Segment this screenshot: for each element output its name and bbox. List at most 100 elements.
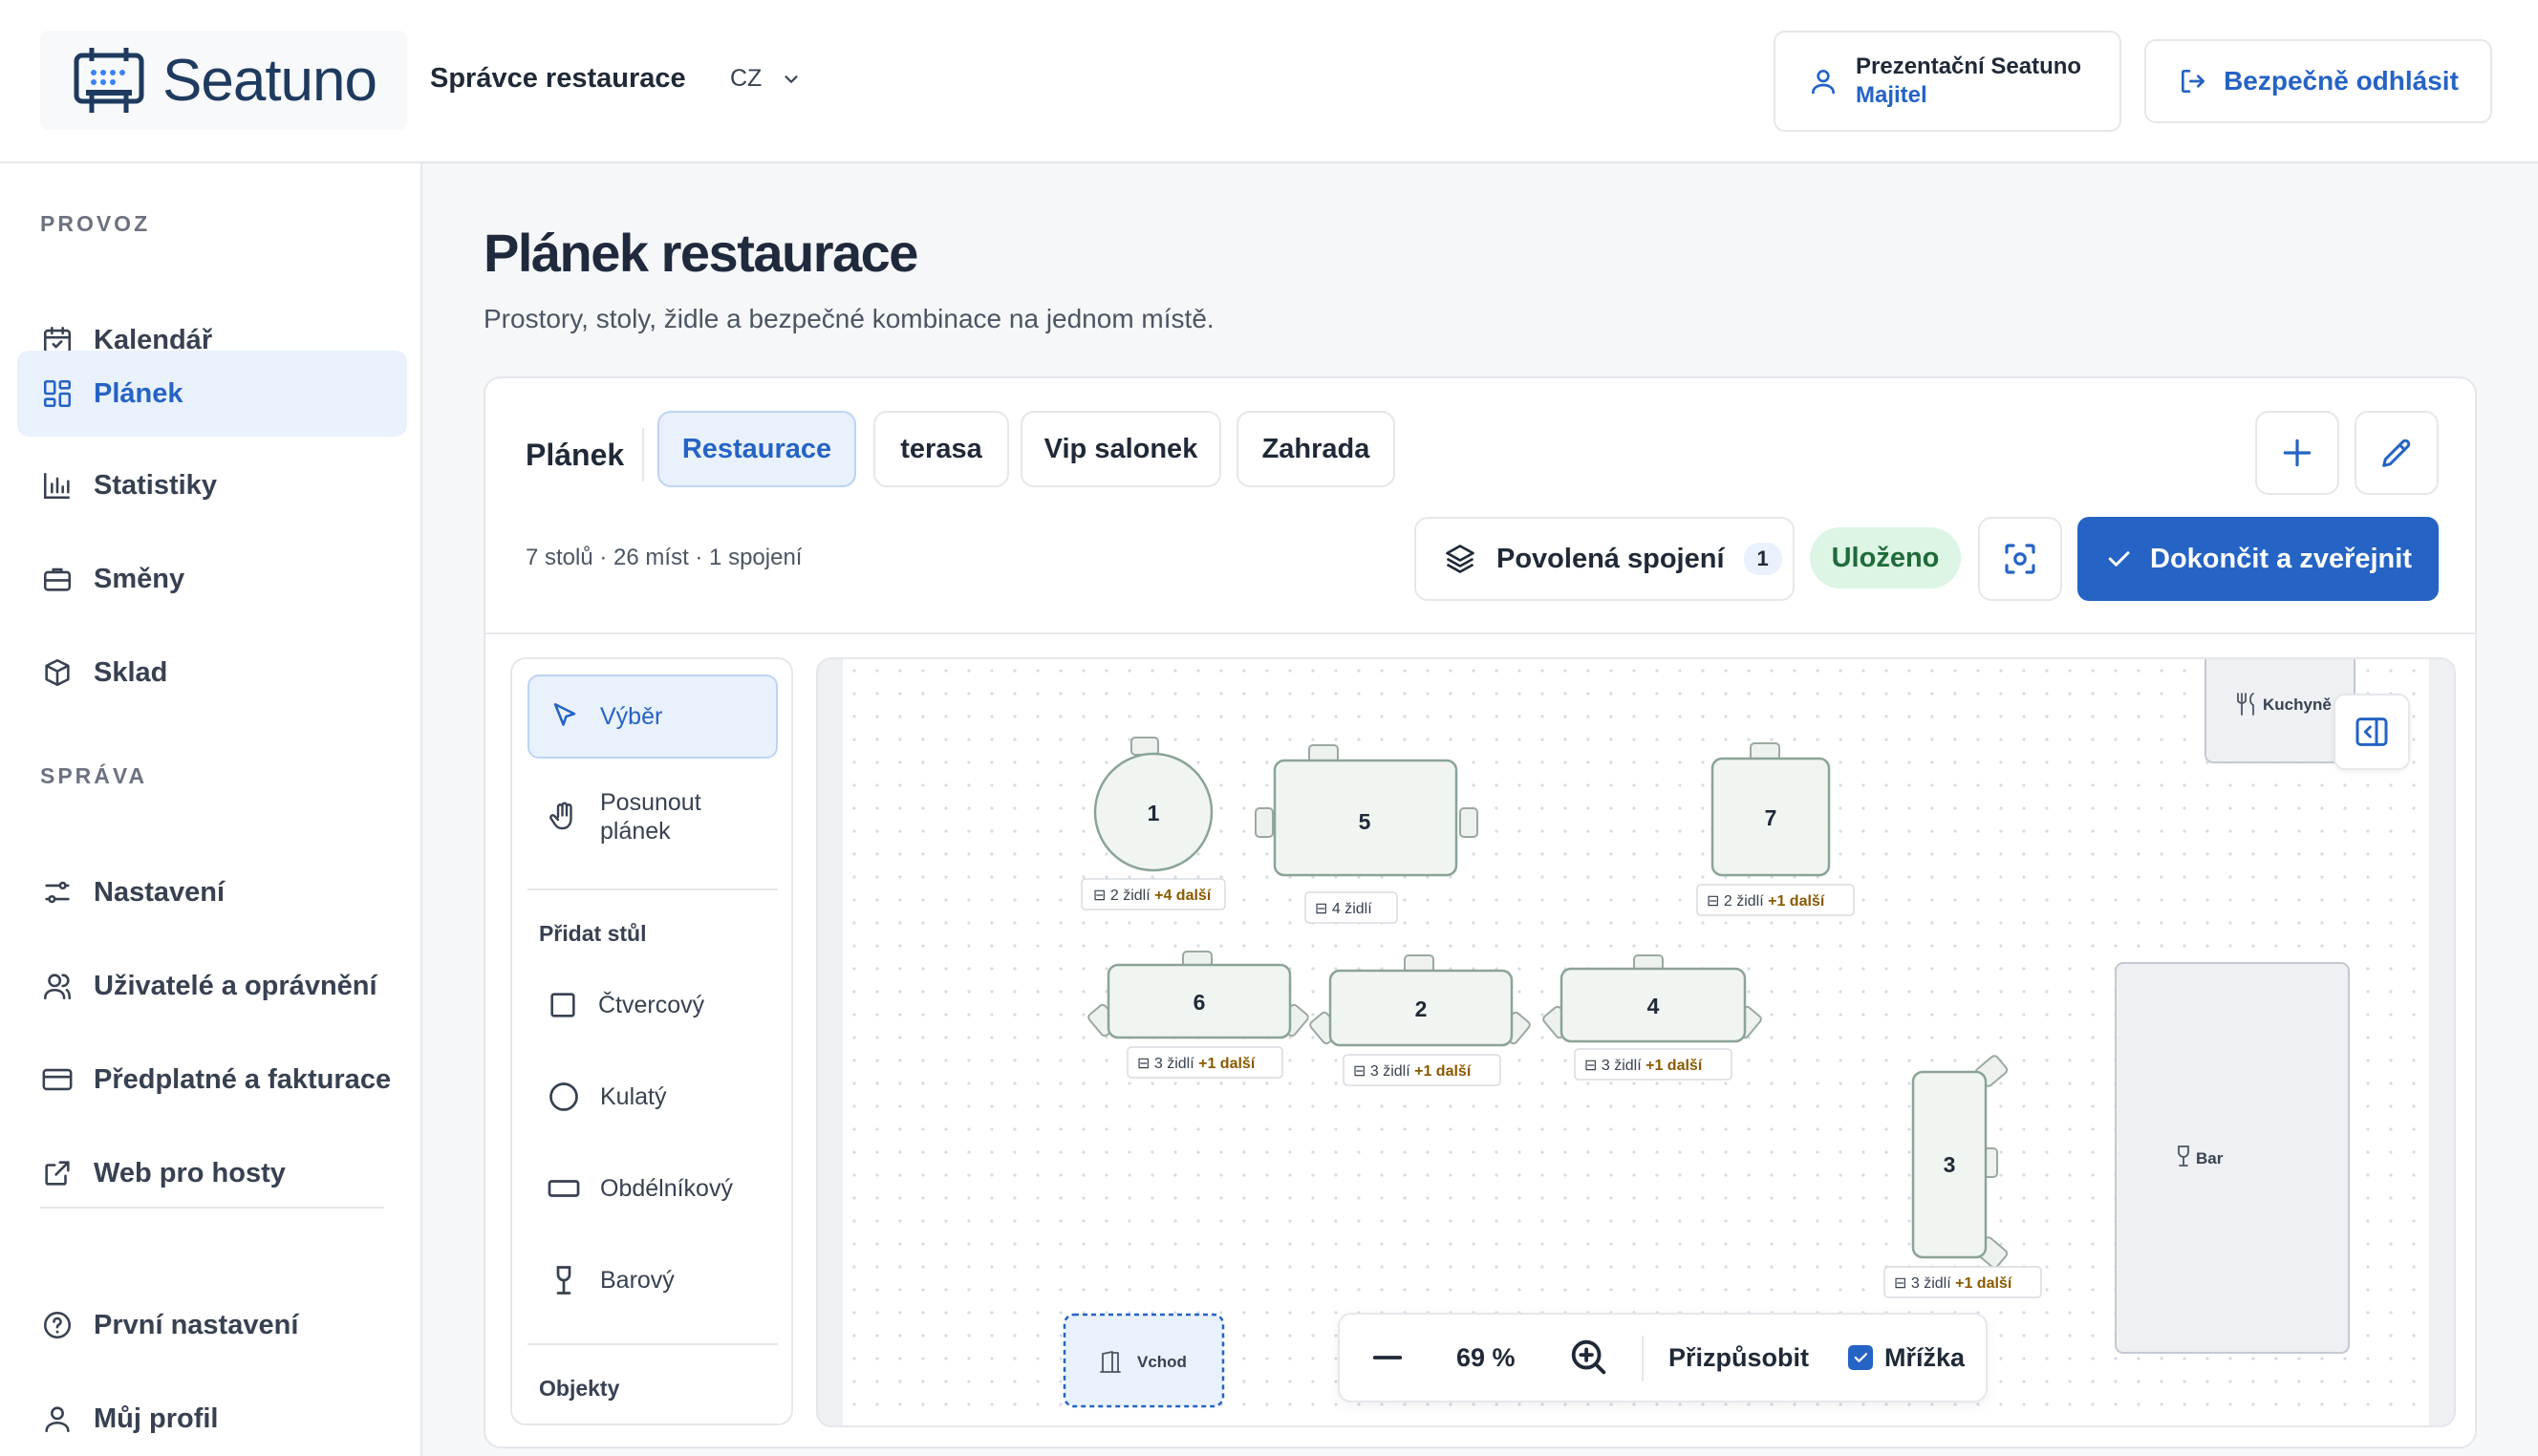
app-title: Správce restaurace	[430, 63, 686, 94]
focus-view-button[interactable]	[1978, 517, 2062, 601]
chair-icon: ⊟	[1093, 888, 1110, 904]
page-title: Plánek restaurace	[484, 223, 918, 283]
table-4[interactable]: 4 ⊟ 3 židlí +1 další	[1542, 954, 1763, 1081]
allowed-joins-button[interactable]: Povolená spojení 1	[1414, 517, 1795, 601]
sidebar-item-label: Můj profil	[94, 1402, 219, 1434]
plus-icon	[2283, 439, 2312, 467]
table-type-label: Kulatý	[600, 1082, 667, 1110]
table-extra-chairs: +1 další	[1955, 1275, 2012, 1292]
minus-icon	[1372, 1356, 1403, 1360]
sidebar-item-label: Web pro hosty	[94, 1157, 286, 1188]
sidebar-item-first-setup[interactable]: První nastavení	[17, 1283, 407, 1367]
floor-plan-grid[interactable]: Kuchyně Bar Vchod 1 ⊟ 2 židlí +4 další 5…	[843, 659, 2429, 1425]
sidebar-item-guest-web[interactable]: Web pro hosty	[17, 1131, 407, 1215]
panel-collapse-icon	[2355, 717, 2388, 746]
grid-toggle[interactable]: Mřížka	[1848, 1315, 1965, 1401]
tools-separator	[527, 889, 778, 890]
tab-restaurace[interactable]: Restaurace	[657, 411, 856, 487]
tool-add-square-table[interactable]: Čtvercový	[527, 976, 778, 1034]
sidebar-item-billing[interactable]: Předplatné a fakturace	[17, 1038, 407, 1122]
sidebar-divider	[40, 1207, 384, 1209]
zoom-in-icon	[1571, 1339, 1606, 1375]
table-label: ⊟ 2 židlí +4 další	[1081, 878, 1226, 910]
floor-plan-canvas-area[interactable]: Kuchyně Bar Vchod 1 ⊟ 2 židlí +4 další 5…	[816, 657, 2456, 1427]
zoom-in-button[interactable]	[1567, 1315, 1611, 1401]
tool-select[interactable]: Výběr	[527, 674, 778, 759]
chair-icon: ⊟	[1137, 1056, 1154, 1072]
tool-add-bar-table[interactable]: Barový	[527, 1252, 778, 1309]
grid-checkbox[interactable]	[1848, 1345, 1873, 1370]
sidebar-item-users[interactable]: Uživatelé a oprávnění	[17, 944, 407, 1028]
tab-vip-salonek[interactable]: Vip salonek	[1021, 411, 1221, 487]
sidebar-item-label: Plánek	[94, 377, 183, 409]
object-kitchen[interactable]: Kuchyně	[2205, 659, 2355, 763]
user-menu[interactable]: Prezentační Seatuno Majitel	[1774, 31, 2121, 132]
add-table-heading: Přidat stůl	[539, 921, 647, 946]
svg-text:⊟ 3 židlí +1 další: ⊟ 3 židlí +1 další	[1894, 1275, 2012, 1292]
svg-text:⊟ 2 židlí +1 další: ⊟ 2 židlí +1 další	[1707, 893, 1825, 910]
zoom-out-button[interactable]	[1368, 1315, 1407, 1401]
tool-add-rectangle-table[interactable]: Obdélníkový	[527, 1160, 778, 1217]
fit-button[interactable]: Přizpůsobit	[1668, 1315, 1809, 1401]
tool-pan[interactable]: Posunout plánek	[527, 785, 778, 848]
add-room-button[interactable]	[2255, 411, 2339, 495]
publish-label: Dokončit a zveřejnit	[2150, 543, 2412, 574]
table-label: ⊟ 2 židlí +1 další	[1696, 884, 1855, 916]
svg-text:⊟ 3 židlí +1 další: ⊟ 3 židlí +1 další	[1584, 1058, 1703, 1074]
language-select[interactable]: CZ	[730, 65, 802, 93]
sidebar-item-storage[interactable]: Sklad	[17, 631, 407, 715]
table-chairs: 3 židlí	[1154, 1056, 1194, 1072]
box-icon	[40, 655, 75, 690]
tab-zahrada[interactable]: Zahrada	[1237, 411, 1395, 487]
chair-icon: ⊟	[1315, 901, 1332, 917]
logout-label: Bezpečně odhlásit	[2224, 66, 2459, 96]
circle-icon	[549, 1082, 578, 1111]
table-label: ⊟ 4 židlí	[1304, 891, 1398, 924]
svg-text:⊟ 2 židlí +4 další: ⊟ 2 židlí +4 další	[1093, 888, 1212, 904]
table-5[interactable]: 5 ⊟ 4 židlí	[1255, 744, 1478, 924]
seatuno-logo-icon	[74, 48, 144, 113]
tool-add-round-table[interactable]: Kulatý	[527, 1068, 778, 1125]
layers-icon	[1446, 545, 1474, 573]
tools-panel: Výběr Posunout plánek Přidat stůl Čtverc…	[510, 657, 793, 1425]
help-circle-icon	[40, 1308, 75, 1342]
table-2[interactable]: 2 ⊟ 3 židlí +1 další	[1309, 954, 1532, 1086]
table-6[interactable]: 6 ⊟ 3 židlí +1 další	[1087, 951, 1310, 1079]
sidebar-item-shifts[interactable]: Směny	[17, 537, 407, 621]
table-extra-chairs: +4 další	[1154, 888, 1212, 904]
card-separator	[485, 632, 2475, 634]
tab-terasa[interactable]: terasa	[873, 411, 1009, 487]
table-number: 3	[1944, 1152, 1956, 1177]
top-header: Seatuno Správce restaurace CZ Prezentačn…	[0, 0, 2538, 163]
wine-glass-icon	[556, 1266, 571, 1295]
app-logo[interactable]: Seatuno	[40, 31, 407, 130]
table-7[interactable]: 7 ⊟ 2 židlí +1 další	[1696, 742, 1855, 916]
object-entrance[interactable]: Vchod	[1063, 1313, 1225, 1408]
table-1[interactable]: 1 ⊟ 2 židlí +4 další	[1081, 737, 1226, 910]
table-chairs: 2 židlí	[1724, 893, 1764, 910]
zoom-toolbar: 69 % Přizpůsobit Mřížka	[1338, 1313, 1988, 1402]
sidebar-item-label: Směny	[94, 563, 185, 594]
object-bar[interactable]: Bar	[2115, 962, 2350, 1354]
table-chairs: 3 židlí	[1602, 1058, 1642, 1074]
sidebar-item-settings[interactable]: Nastavení	[17, 850, 407, 934]
square-icon	[550, 993, 575, 1017]
toggle-properties-panel-button[interactable]	[2334, 694, 2410, 770]
logout-icon	[2182, 70, 2205, 93]
allowed-joins-label: Povolená spojení	[1496, 543, 1725, 574]
cursor-icon	[553, 702, 576, 726]
table-3[interactable]: 3 ⊟ 3 židlí +1 další	[1883, 1055, 2042, 1298]
edit-room-button[interactable]	[2355, 411, 2439, 495]
briefcase-icon	[40, 562, 75, 596]
sidebar-section-operations: PROVOZ	[40, 211, 151, 236]
sidebar-item-plan[interactable]: Plánek	[17, 351, 407, 437]
scan-focus-icon	[2005, 544, 2035, 574]
sidebar-item-profile[interactable]: Můj profil	[17, 1377, 407, 1456]
table-chairs: 2 židlí	[1110, 888, 1151, 904]
kitchen-label: Kuchyně	[2263, 696, 2332, 714]
logout-button[interactable]: Bezpečně odhlásit	[2144, 39, 2492, 123]
objects-heading: Objekty	[539, 1376, 620, 1401]
sidebar-item-statistics[interactable]: Statistiky	[17, 443, 407, 527]
publish-button[interactable]: Dokončit a zveřejnit	[2077, 517, 2439, 601]
entrance-label: Vchod	[1137, 1353, 1187, 1371]
